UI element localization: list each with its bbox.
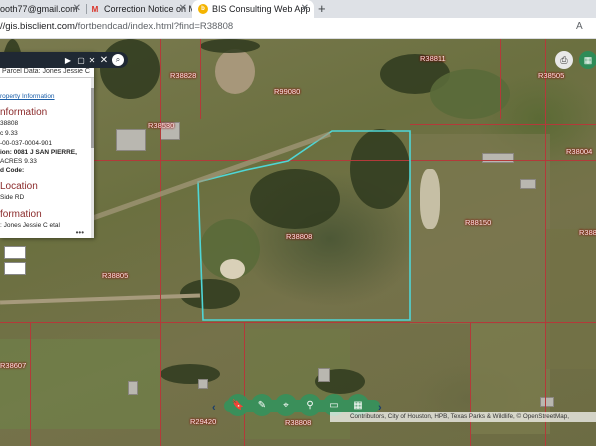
parcel-label[interactable]: R38607: [0, 361, 26, 370]
close-tab-icon[interactable]: ✕: [179, 3, 187, 14]
parcel-label[interactable]: R38530: [148, 121, 174, 130]
info-row: ion: 0081 J SAN PIERRE,: [0, 149, 77, 156]
section-heading: nformation: [0, 107, 48, 118]
panel-scrollbar[interactable]: [91, 78, 94, 238]
info-row: c 9.33: [0, 130, 18, 137]
map-control-button[interactable]: [4, 262, 26, 275]
play-icon[interactable]: ▶: [62, 54, 74, 66]
measure-icon[interactable]: ⌖: [275, 394, 297, 416]
tab-title: BIS Consulting Web App: [212, 4, 311, 14]
browser-tab-bar: ooth77@gmail.com ✕ M Correction Notice o…: [0, 0, 596, 18]
more-options-icon[interactable]: •••: [76, 228, 84, 237]
info-row: Side RD: [0, 194, 25, 201]
parcel-label[interactable]: R38813: [579, 228, 596, 237]
parcel-label[interactable]: R38505: [538, 71, 564, 80]
address-bar: //gis.bisclient.com/fortbendcad/index.ht…: [0, 18, 596, 39]
property-information-link[interactable]: roperty Information: [0, 93, 55, 100]
scroll-thumb[interactable]: [91, 88, 94, 148]
gmail-icon: M: [91, 4, 99, 14]
info-row: : Jones Jessie C etal: [0, 222, 60, 229]
bis-icon: b: [198, 4, 208, 14]
print-icon[interactable]: ⎙: [555, 51, 573, 69]
panel-title: Parcel Data: Jones Jessie C: [2, 68, 90, 75]
map-control-button[interactable]: [4, 246, 26, 259]
tab-correction-notice[interactable]: M Correction Notice on ML# 82424 ✕: [86, 0, 192, 18]
url-path: fortbendcad/index.html?find=R38808: [77, 21, 234, 32]
chevron-left-icon[interactable]: ‹: [212, 402, 222, 414]
close-tab-icon[interactable]: ✕: [301, 3, 309, 14]
new-tab-button[interactable]: +: [318, 1, 326, 16]
tab-bis-consulting[interactable]: b BIS Consulting Web App ✕: [192, 0, 314, 18]
info-row: d Code:: [0, 167, 25, 174]
parcel-label[interactable]: R38004: [566, 147, 592, 156]
parcel-label[interactable]: R38805: [102, 271, 128, 280]
map-attribution: Contributors, City of Houston, HPB, Texa…: [330, 412, 596, 422]
divider: [0, 77, 94, 78]
identify-icon[interactable]: ⚲: [299, 394, 321, 416]
info-row: 38808: [0, 120, 19, 127]
info-row: -00-037-0004-901: [0, 140, 53, 147]
clear-search-icon[interactable]: ✕: [98, 54, 110, 66]
parcel-label[interactable]: R38811: [420, 54, 446, 63]
parcel-info-panel: Parcel Data: Jones Jessie C roperty Info…: [0, 52, 94, 238]
parcel-label[interactable]: R99080: [274, 87, 300, 96]
section-heading: formation: [0, 209, 42, 220]
draw-pencil-icon[interactable]: ✎: [251, 394, 273, 416]
url-field[interactable]: //gis.bisclient.com/fortbendcad/index.ht…: [0, 21, 233, 32]
bookmark-icon[interactable]: 🔖: [227, 394, 249, 416]
panel-header-bar: ▶ ▢ ✕ ✕ ⌕: [0, 52, 128, 68]
close-icon[interactable]: ✕: [86, 54, 98, 66]
info-row: ACRES 9.33: [0, 158, 37, 165]
section-heading: Location: [0, 181, 38, 192]
read-aloud-icon[interactable]: A: [576, 21, 588, 33]
search-icon[interactable]: ⌕: [112, 54, 124, 66]
close-tab-icon[interactable]: ✕: [73, 3, 81, 14]
parcel-label[interactable]: R38808: [286, 232, 312, 241]
tab-title: ooth77@gmail.com: [0, 4, 78, 14]
parcel-label[interactable]: R88150: [465, 218, 491, 227]
url-host: //gis.bisclient.com/: [0, 21, 78, 32]
basemap-gallery-icon[interactable]: ▦: [579, 51, 596, 69]
tab-gmail-inbox[interactable]: ooth77@gmail.com ✕: [0, 0, 86, 18]
parcel-label[interactable]: R38828: [170, 71, 196, 80]
